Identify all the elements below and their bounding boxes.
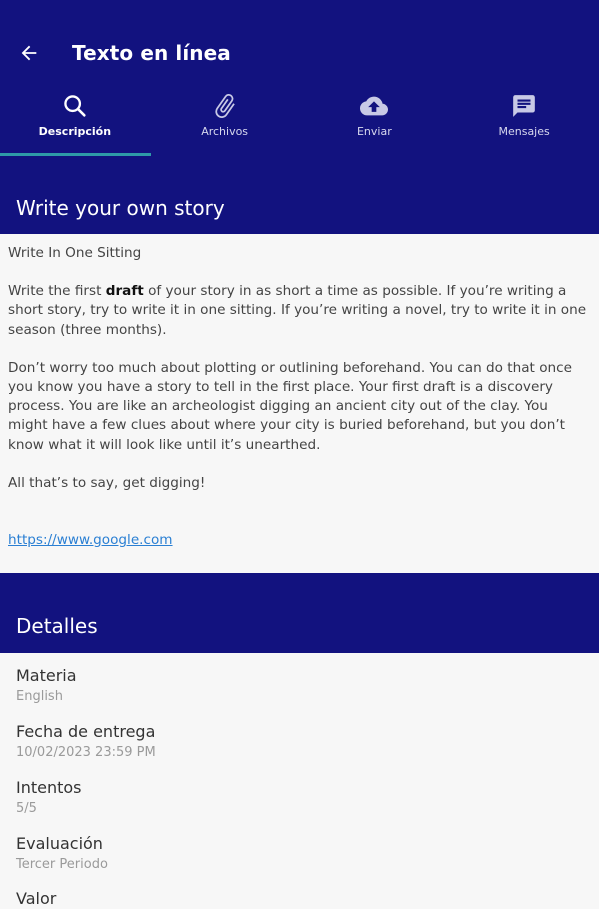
detail-label: Intentos bbox=[16, 778, 82, 797]
detail-value: 5/5 bbox=[16, 801, 37, 816]
tab-label: Descripción bbox=[38, 125, 112, 138]
detail-intentos: Intentos 5/5 bbox=[16, 778, 576, 818]
detail-materia: Materia English bbox=[16, 666, 576, 706]
search-icon bbox=[64, 95, 86, 117]
detail-evaluacion: Evaluación Tercer Periodo bbox=[16, 834, 576, 874]
cloud-upload-icon bbox=[360, 96, 389, 116]
back-button[interactable] bbox=[14, 38, 44, 68]
detail-value: English bbox=[16, 689, 63, 704]
page-title: Texto en línea bbox=[72, 41, 231, 65]
tab-label: Mensajes bbox=[498, 125, 550, 138]
detail-label: Materia bbox=[16, 666, 77, 685]
tab-enviar[interactable]: Enviar bbox=[300, 88, 450, 156]
paragraph-1: Write the first draft of your story in a… bbox=[8, 282, 588, 340]
paragraph-2: Don’t worry too much about plotting or o… bbox=[8, 359, 572, 453]
tab-archivos[interactable]: Archivos bbox=[150, 88, 300, 156]
message-icon bbox=[513, 95, 535, 117]
story-title: Write your own story bbox=[16, 196, 225, 220]
tab-label: Enviar bbox=[356, 125, 392, 138]
details-title: Detalles bbox=[16, 614, 98, 638]
arrow-left-icon bbox=[21, 45, 37, 61]
tab-label: Archivos bbox=[201, 125, 249, 138]
detail-value: Tercer Periodo bbox=[16, 857, 108, 872]
tab-bar: Descripción Archivos Enviar Mensajes bbox=[0, 88, 599, 156]
app-bar: Texto en línea Descripción Archivos Envi… bbox=[0, 0, 599, 156]
paperclip-icon bbox=[215, 93, 235, 119]
details-header: Detalles bbox=[0, 573, 599, 653]
detail-value: 10/02/2023 23:59 PM bbox=[16, 745, 156, 760]
story-header: Write your own story bbox=[0, 156, 599, 234]
story-link[interactable]: https://www.google.com bbox=[8, 532, 173, 548]
detail-fecha-entrega: Fecha de entrega 10/02/2023 23:59 PM bbox=[16, 722, 576, 762]
paragraph-1-bold: draft bbox=[105, 283, 144, 300]
tab-mensajes[interactable]: Mensajes bbox=[449, 88, 599, 156]
detail-label: Fecha de entrega bbox=[16, 722, 156, 741]
description-content: Write In One Sitting Write the first dra… bbox=[0, 234, 599, 573]
tab-descripcion[interactable]: Descripción bbox=[0, 88, 151, 156]
paragraph-3: All that’s to say, get digging! bbox=[8, 474, 206, 491]
paragraph-1-start: Write the first bbox=[8, 283, 106, 300]
detail-valor: Valor bbox=[16, 889, 576, 909]
story-subtitle: Write In One Sitting bbox=[8, 245, 142, 261]
details-list: Materia English Fecha de entrega 10/02/2… bbox=[0, 653, 599, 908]
detail-label: Evaluación bbox=[16, 834, 103, 853]
detail-label: Valor bbox=[16, 889, 57, 908]
